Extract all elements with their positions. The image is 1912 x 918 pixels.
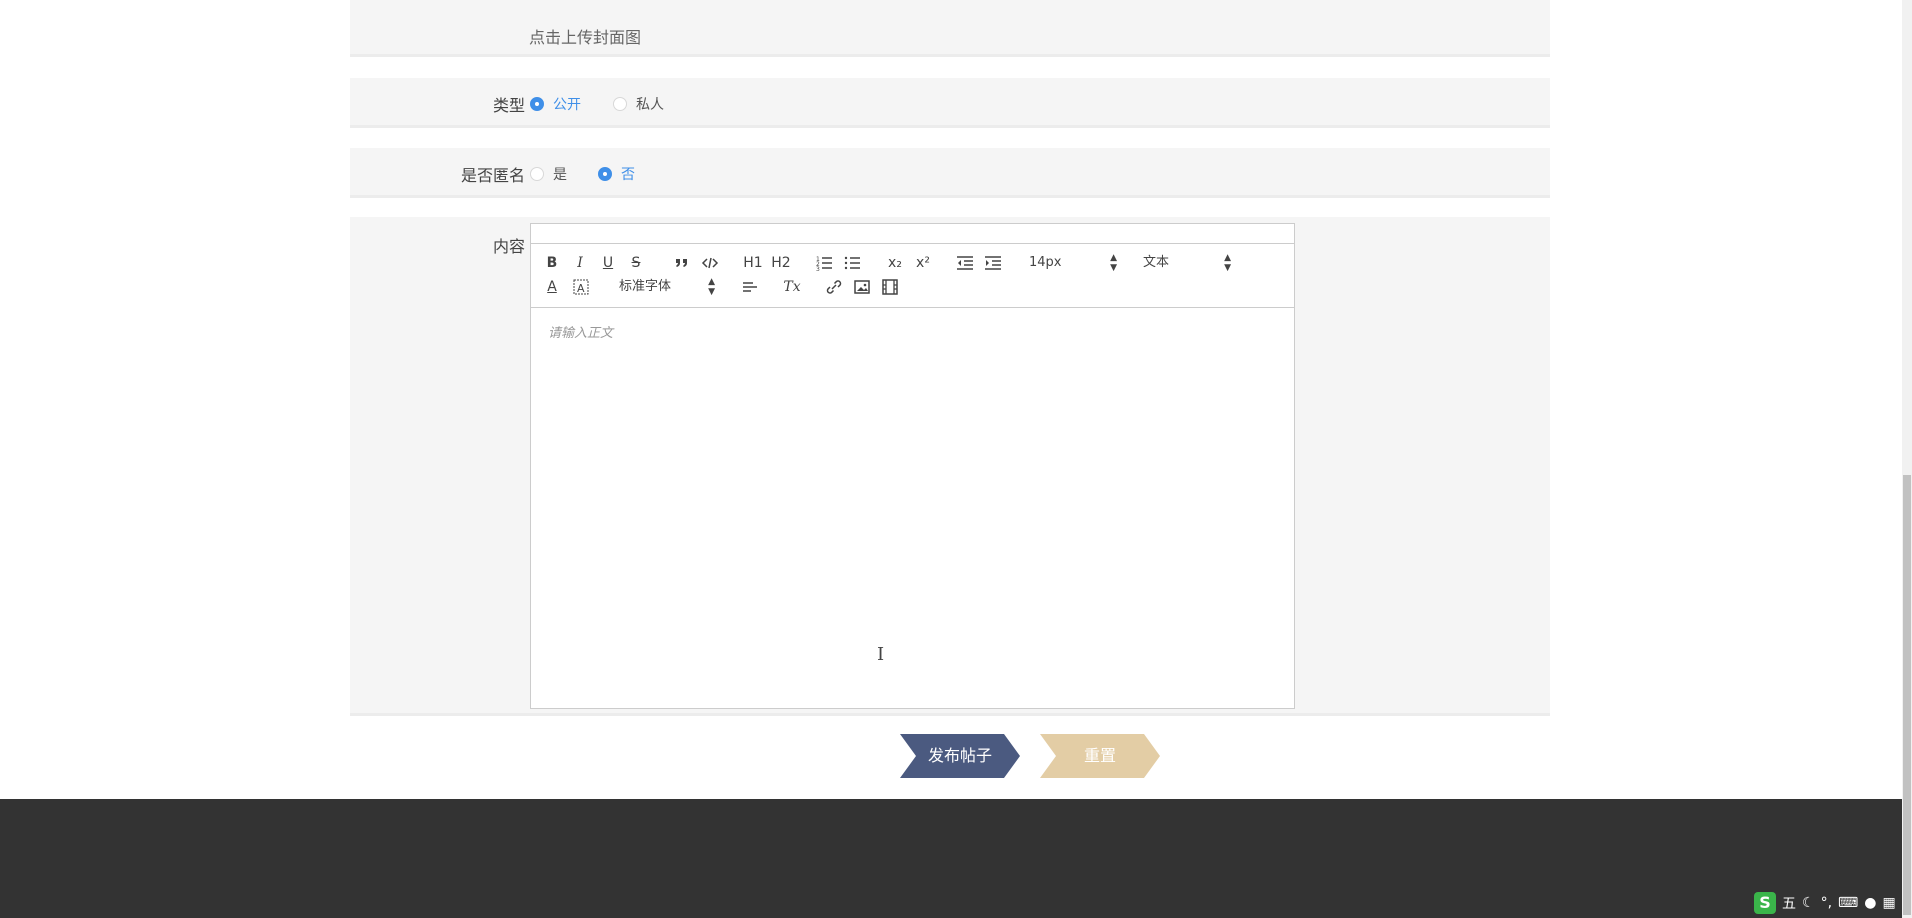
clear-format-button[interactable]: Tx (783, 277, 801, 297)
svg-text:A: A (577, 282, 585, 295)
reset-label: 重置 (1083, 746, 1116, 765)
page: 点击上传封面图 类型 公开 私人 是否匿名 是 否 内容 B I U S H1 … (0, 0, 1912, 918)
type-private-label: 私人 (636, 97, 664, 113)
content-label: 内容 (492, 237, 525, 256)
bullet-list-icon (844, 256, 860, 270)
svg-text:3: 3 (816, 266, 820, 273)
indent-button[interactable] (984, 253, 1002, 273)
italic-button[interactable]: I (573, 253, 587, 273)
strike-button[interactable]: S (629, 253, 643, 273)
font-size-select[interactable]: 14px ▲ ▼ (1029, 253, 1117, 273)
publish-post-label: 发布帖子 (927, 746, 992, 765)
align-select[interactable] (741, 277, 759, 297)
select-arrows-icon: ▲ ▼ (708, 277, 715, 297)
highlight-icon: A (573, 279, 589, 295)
link-icon (826, 280, 842, 294)
align-left-icon (743, 282, 757, 292)
type-public-label: 公开 (553, 97, 581, 113)
ordered-list-button[interactable]: 123 (815, 253, 833, 273)
anonymous-yes-radio[interactable]: 是 (530, 164, 567, 184)
blockquote-button[interactable] (673, 253, 691, 273)
text-cursor-icon: I (877, 644, 885, 665)
ordered-list-icon: 123 (816, 256, 832, 273)
anonymous-yes-label: 是 (553, 167, 567, 183)
publish-post-button[interactable]: 发布帖子 (900, 734, 1020, 778)
upload-cover-link[interactable]: 点击上传封面图 (529, 24, 641, 48)
h1-button[interactable]: H1 (743, 253, 763, 273)
select-arrows-icon: ▲ ▼ (1110, 253, 1117, 273)
header-select[interactable]: 文本 ▲ ▼ (1143, 253, 1231, 273)
grid-icon: ▦ (1882, 895, 1896, 911)
subscript-button[interactable]: x₂ (885, 253, 905, 273)
editor-top-edge (531, 224, 1294, 244)
scrollbar-thumb[interactable] (1903, 475, 1911, 915)
editor-placeholder: 请输入正文 (548, 326, 614, 341)
quote-icon (676, 259, 687, 267)
font-family-value: 标准字体 (619, 279, 672, 294)
code-block-button[interactable] (701, 253, 719, 273)
outdent-icon (957, 256, 973, 270)
cover-upload-row: 点击上传封面图 (350, 0, 1550, 57)
bold-button[interactable]: B (545, 253, 559, 273)
anonymous-no-radio[interactable]: 否 (598, 164, 635, 184)
anonymous-no-label: 否 (621, 167, 635, 183)
type-row: 类型 公开 私人 (350, 78, 1550, 128)
font-color-button[interactable]: A (545, 277, 559, 297)
header-value: 文本 (1143, 255, 1170, 270)
underline-button[interactable]: U (601, 253, 615, 273)
radio-unchecked-icon (613, 97, 627, 111)
ime-mode-label: 五 (1782, 896, 1796, 912)
type-private-radio[interactable]: 私人 (613, 94, 664, 114)
bullet-list-button[interactable] (843, 253, 861, 273)
editor-toolbar: B I U S H1 H2 123 x₂ x² 14px ▲ ▼ 文本 ▲ ▼ … (531, 244, 1294, 308)
outdent-button[interactable] (956, 253, 974, 273)
type-label: 类型 (492, 96, 525, 115)
image-button[interactable] (853, 277, 871, 297)
anonymous-label: 是否匿名 (460, 166, 525, 185)
radio-checked-icon (530, 97, 544, 111)
radio-unchecked-icon (530, 167, 544, 181)
link-button[interactable] (825, 277, 843, 297)
video-icon (882, 279, 898, 295)
user-icon: ● (1864, 895, 1877, 911)
moon-icon: ☾ (1802, 895, 1815, 911)
superscript-button[interactable]: x² (913, 253, 933, 273)
image-icon (854, 280, 870, 294)
page-footer (0, 799, 1902, 918)
code-icon (701, 257, 719, 269)
rich-text-editor: B I U S H1 H2 123 x₂ x² 14px ▲ ▼ 文本 ▲ ▼ … (530, 223, 1295, 709)
type-public-radio[interactable]: 公开 (530, 94, 581, 114)
select-arrows-icon: ▲ ▼ (1224, 253, 1231, 273)
anonymous-row: 是否匿名 是 否 (350, 148, 1550, 198)
punctuation-icon: °, (1820, 895, 1833, 911)
reset-button[interactable]: 重置 (1040, 734, 1160, 778)
video-button[interactable] (881, 277, 899, 297)
indent-icon (985, 256, 1001, 270)
radio-checked-icon (598, 167, 612, 181)
background-color-button[interactable]: A (573, 277, 589, 297)
font-size-value: 14px (1029, 255, 1062, 270)
keyboard-icon: ⌨ (1838, 895, 1859, 911)
h2-button[interactable]: H2 (771, 253, 791, 273)
font-family-select[interactable]: 标准字体 ▲ ▼ (619, 277, 715, 297)
ime-toolbar[interactable]: S 五 ☾ °, ⌨ ● ▦ (1754, 890, 1896, 916)
ime-logo-icon: S (1754, 892, 1776, 914)
